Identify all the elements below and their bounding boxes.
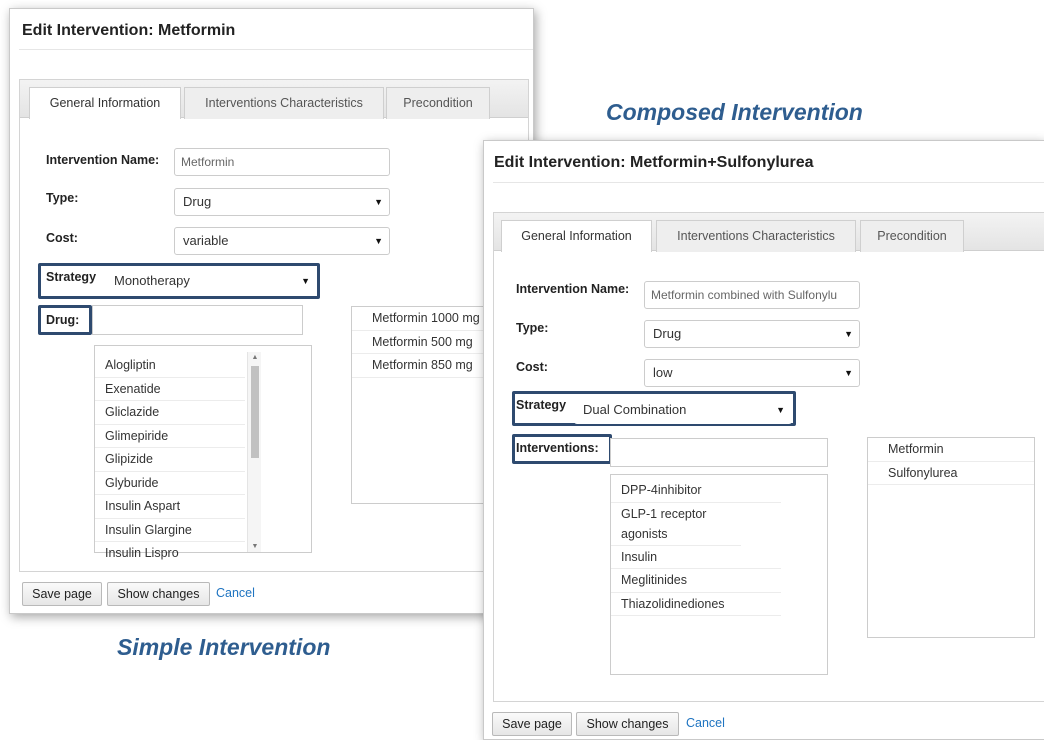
list-item[interactable]: GLP-1 receptor agonists — [611, 503, 741, 546]
intervention-options-list[interactable]: DPP-4inhibitor GLP-1 receptor agonists I… — [610, 474, 828, 675]
simple-form-panel: General Information Interventions Charac… — [19, 79, 531, 572]
intervention-name-label: Intervention Name: — [516, 282, 630, 296]
strategy-select[interactable]: Dual Combination ▼ — [574, 396, 792, 424]
scroll-up-arrow-icon[interactable]: ▲ — [248, 354, 262, 361]
scrollbar-thumb[interactable] — [251, 366, 259, 458]
list-item[interactable]: Insulin Lispro — [95, 542, 245, 565]
type-select[interactable]: Drug ▼ — [644, 320, 860, 348]
strategy-select-value: Dual Combination — [583, 402, 687, 417]
cost-select[interactable]: variable ▼ — [174, 227, 390, 255]
strategy-label: Strategy — [46, 270, 97, 284]
strategy-label: Strategy — [516, 398, 567, 412]
triangle-down-icon: ▼ — [844, 368, 853, 378]
intervention-name-label: Intervention Name: — [46, 153, 160, 167]
list-item[interactable]: Insulin — [611, 546, 781, 569]
list-item[interactable]: Gliclazide — [95, 401, 245, 425]
intervention-name-input[interactable]: Metformin combined with Sulfonylu — [644, 281, 860, 309]
list-item[interactable]: Glyburide — [95, 472, 245, 495]
show-changes-button[interactable]: Show changes — [576, 712, 679, 736]
tab-precondition[interactable]: Precondition — [860, 220, 964, 252]
cancel-link[interactable]: Cancel — [216, 586, 255, 600]
list-item[interactable]: Meglitinides — [611, 569, 781, 593]
type-select-value: Drug — [183, 194, 212, 209]
title-divider — [19, 49, 533, 50]
list-item[interactable]: Thiazolidinediones — [611, 593, 781, 616]
show-changes-button[interactable]: Show changes — [107, 582, 210, 606]
tab-strip: General Information Interventions Charac… — [494, 213, 1044, 252]
type-label: Type: — [46, 191, 79, 205]
strategy-select-value: Monotherapy — [114, 273, 190, 288]
scroll-down-arrow-icon[interactable]: ▼ — [248, 543, 262, 550]
triangle-down-icon: ▼ — [776, 405, 785, 415]
save-page-button[interactable]: Save page — [492, 712, 572, 736]
composed-window-title: Edit Intervention: Metformin+Sulfonylure… — [494, 154, 814, 171]
tab-interventions-characteristics[interactable]: Interventions Characteristics — [656, 220, 856, 252]
selected-interventions-list[interactable]: Metformin Sulfonylurea — [867, 437, 1035, 638]
tab-strip: General Information Interventions Charac… — [20, 80, 528, 119]
cost-select[interactable]: low ▼ — [644, 359, 860, 387]
tab-general-information[interactable]: General Information — [29, 87, 181, 119]
strategy-select[interactable]: Monotherapy ▼ — [105, 267, 317, 295]
cost-label: Cost: — [46, 231, 78, 245]
drug-list-scrollbar[interactable]: ▲ ▼ — [247, 352, 261, 552]
cost-select-value: low — [653, 365, 673, 380]
simple-window-title: Edit Intervention: Metformin — [22, 22, 236, 39]
tab-general-information[interactable]: General Information — [501, 220, 652, 252]
list-item[interactable]: Insulin Glargine — [95, 519, 245, 542]
triangle-down-icon: ▼ — [374, 236, 383, 246]
list-item[interactable]: Alogliptin — [95, 354, 245, 378]
intervention-name-input[interactable]: Metformin — [174, 148, 390, 176]
tab-precondition[interactable]: Precondition — [386, 87, 490, 119]
triangle-down-icon: ▼ — [374, 197, 383, 207]
list-item[interactable]: Exenatide — [95, 378, 245, 401]
tab-interventions-characteristics[interactable]: Interventions Characteristics — [184, 87, 384, 119]
simple-intervention-caption: Simple Intervention — [117, 634, 331, 660]
title-divider — [493, 182, 1044, 183]
drug-label: Drug: — [46, 313, 80, 327]
composed-form-panel: General Information Interventions Charac… — [493, 212, 1044, 702]
type-label: Type: — [516, 321, 549, 335]
type-select[interactable]: Drug ▼ — [174, 188, 390, 216]
drug-filter-input[interactable] — [92, 305, 303, 335]
cost-select-value: variable — [183, 233, 229, 248]
list-item[interactable]: Insulin Aspart — [95, 495, 245, 519]
list-item[interactable]: DPP-4inhibitor — [611, 479, 781, 503]
cost-label: Cost: — [516, 360, 548, 374]
composed-intervention-caption: Composed Intervention — [606, 99, 863, 125]
list-item[interactable]: Sulfonylurea — [868, 462, 1034, 485]
drug-options-list[interactable]: Alogliptin Exenatide Gliclazide Glimepir… — [94, 345, 312, 560]
type-select-value: Drug — [653, 326, 682, 341]
interventions-filter-input[interactable] — [610, 438, 828, 467]
save-page-button[interactable]: Save page — [22, 582, 102, 606]
interventions-label: Interventions: — [516, 441, 599, 455]
composed-intervention-window: Edit Intervention: Metformin+Sulfonylure… — [483, 140, 1044, 740]
list-item[interactable]: Metformin — [868, 438, 1034, 462]
list-item[interactable]: Glimepiride — [95, 425, 245, 448]
triangle-down-icon: ▼ — [301, 276, 310, 286]
triangle-down-icon: ▼ — [844, 329, 853, 339]
simple-intervention-window: Edit Intervention: Metformin General Inf… — [9, 8, 534, 614]
list-item[interactable]: Glipizide — [95, 448, 245, 472]
cancel-link[interactable]: Cancel — [686, 716, 725, 730]
